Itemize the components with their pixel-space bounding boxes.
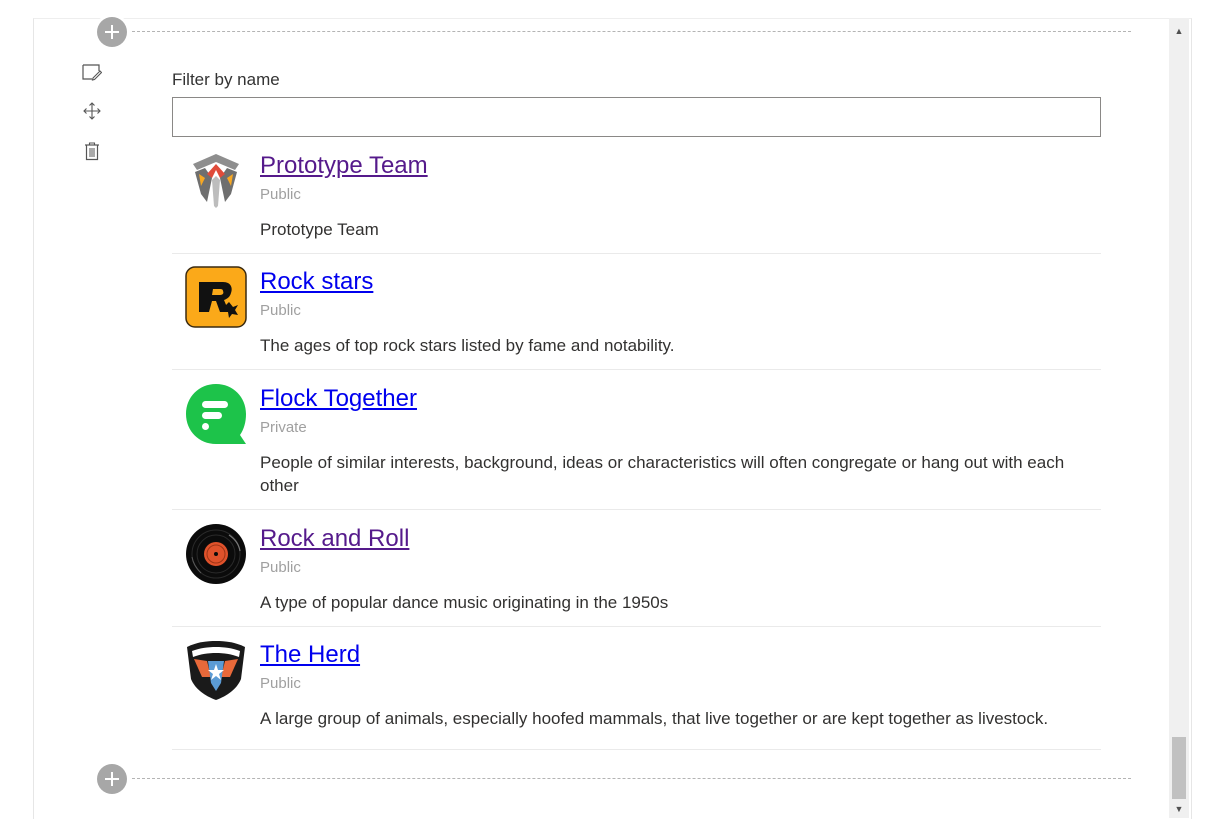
scrollbar-thumb[interactable] [1172, 737, 1186, 799]
list-item: The Herd Public A large group of animals… [172, 627, 1101, 750]
group-description: People of similar interests, background,… [260, 453, 1065, 495]
rock-stars-logo [185, 266, 247, 328]
plus-icon [105, 772, 119, 786]
group-name-link[interactable]: Rock and Roll [260, 525, 409, 553]
prototype-team-logo [185, 150, 247, 212]
group-name-link[interactable]: Rock stars [260, 268, 373, 296]
add-section-bottom-button[interactable] [97, 764, 127, 794]
move-icon [83, 102, 101, 120]
group-privacy: Public [260, 186, 301, 203]
edit-icon [82, 64, 102, 81]
add-section-top-button[interactable] [97, 17, 127, 47]
vinyl-record-logo [185, 523, 247, 585]
delete-webpart-button[interactable] [80, 139, 104, 163]
list-item: Flock Together Private People of similar… [172, 370, 1101, 510]
group-privacy: Private [260, 419, 307, 436]
scroll-up-icon[interactable]: ▲ [1169, 22, 1189, 40]
bull-shield-logo [185, 639, 247, 701]
section-divider-bottom [132, 778, 1131, 779]
group-description: The ages of top rock stars listed by fam… [260, 336, 675, 355]
group-description: A type of popular dance music originatin… [260, 593, 669, 612]
group-description: Prototype Team [260, 220, 379, 239]
filter-label: Filter by name [172, 70, 280, 89]
group-privacy: Public [260, 675, 301, 692]
flock-together-logo [185, 383, 247, 445]
group-name-link[interactable]: The Herd [260, 641, 360, 669]
group-description: A large group of animals, especially hoo… [260, 709, 1049, 728]
list-item: Rock and Roll Public A type of popular d… [172, 510, 1101, 627]
group-name-link[interactable]: Flock Together [260, 385, 417, 413]
group-name-link[interactable]: Prototype Team [260, 152, 428, 180]
section-divider-top [132, 31, 1131, 32]
group-privacy: Public [260, 559, 301, 576]
edit-webpart-button[interactable] [80, 60, 104, 84]
group-privacy: Public [260, 302, 301, 319]
move-webpart-button[interactable] [80, 99, 104, 123]
group-list: Prototype Team Public Prototype Team Roc… [172, 142, 1101, 750]
plus-icon [105, 25, 119, 39]
list-item: Prototype Team Public Prototype Team [172, 142, 1101, 254]
vertical-scrollbar[interactable]: ▲ ▼ [1169, 18, 1189, 818]
delete-icon [85, 142, 99, 161]
filter-by-name-input[interactable] [172, 97, 1101, 137]
list-item: Rock stars Public The ages of top rock s… [172, 254, 1101, 370]
scroll-down-icon[interactable]: ▼ [1169, 800, 1189, 818]
